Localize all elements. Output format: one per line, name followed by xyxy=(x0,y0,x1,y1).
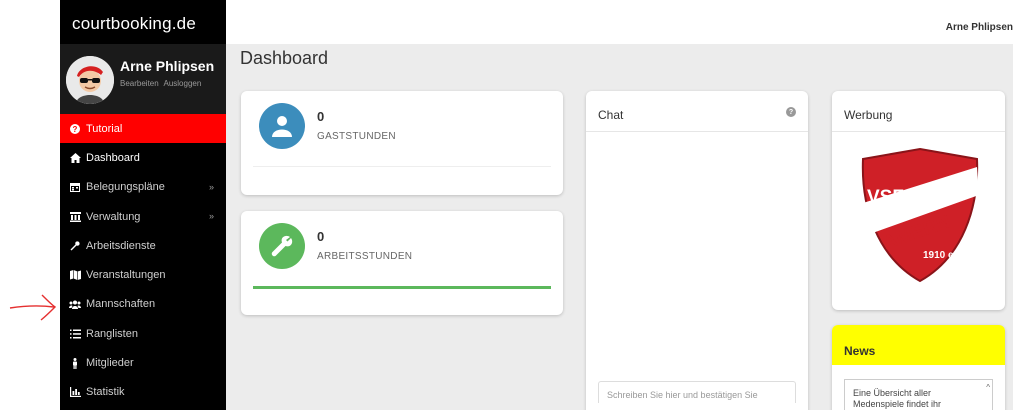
sidebar-item-label: Mannschaften xyxy=(86,298,156,311)
work-hours-card: 0 ARBEITSSTUNDEN xyxy=(241,211,563,315)
ads-panel: Werbung VSF AMERN 1910 e.V. xyxy=(832,91,1005,310)
calendar-icon xyxy=(68,182,82,193)
chevron-down-icon[interactable]: » xyxy=(209,182,214,192)
chat-title: Chat xyxy=(598,108,624,122)
edit-profile-link[interactable]: Bearbeiten xyxy=(120,79,159,88)
person-icon xyxy=(68,357,82,369)
help-icon[interactable]: ? xyxy=(786,107,796,117)
sidebar-item-arbeitsdienste[interactable]: Arbeitsdienste xyxy=(60,231,226,260)
sidebar: courtbooking.de Arne Phlipsen Bearbeiten… xyxy=(60,0,226,410)
sidebar-item-label: Mitglieder xyxy=(86,357,134,370)
sidebar-item-verwaltung[interactable]: Verwaltung » xyxy=(60,202,226,231)
sidebar-item-belegungsplaene[interactable]: Belegungspläne » xyxy=(60,173,226,202)
profile-links: Bearbeiten Ausloggen xyxy=(120,79,204,88)
ads-title: Werbung xyxy=(844,108,893,122)
guest-hours-label: GASTSTUNDEN xyxy=(317,131,396,142)
guest-hours-value: 0 xyxy=(317,109,325,124)
avatar[interactable] xyxy=(66,56,114,104)
home-icon xyxy=(68,152,82,163)
sidebar-item-label: Tutorial xyxy=(86,122,123,135)
work-hours-label: ARBEITSSTUNDEN xyxy=(317,251,413,262)
news-text: Eine Übersicht aller Medenspiele findet … xyxy=(853,388,942,409)
wrench-icon xyxy=(259,223,305,269)
divider xyxy=(586,131,808,132)
news-title: News xyxy=(844,344,876,358)
sidebar-item-label: Ranglisten xyxy=(86,327,138,340)
list-icon xyxy=(68,329,82,339)
wrench-icon xyxy=(68,241,82,251)
question-circle-icon: ? xyxy=(68,123,82,134)
user-icon xyxy=(259,103,305,149)
logo-text-year: 1910 e.V. xyxy=(923,250,965,261)
sidebar-item-ranglisten[interactable]: Ranglisten xyxy=(60,319,226,348)
scroll-up-icon[interactable]: ^ xyxy=(986,382,990,393)
work-hours-value: 0 xyxy=(317,229,325,244)
sidebar-item-mitglieder[interactable]: Mitglieder xyxy=(60,348,226,377)
sidebar-item-veranstaltungen[interactable]: Veranstaltungen xyxy=(60,260,226,289)
chat-input[interactable]: Schreiben Sie hier und bestätigen Sie xyxy=(598,381,796,403)
sidebar-item-label: Belegungspläne xyxy=(86,181,165,194)
sidebar-item-label: Dashboard xyxy=(86,151,140,164)
sidebar-nav: ? Tutorial Dashboard Belegungspläne » Ve… xyxy=(60,114,226,407)
news-panel: News Eine Übersicht aller Medenspiele fi… xyxy=(832,325,1005,410)
sidebar-item-label: Veranstaltungen xyxy=(86,269,166,282)
sidebar-item-mannschaften[interactable]: Mannschaften xyxy=(60,290,226,319)
institution-icon xyxy=(68,211,82,222)
sidebar-item-statistik[interactable]: Statistik xyxy=(60,378,226,407)
guest-hours-card: 0 GASTSTUNDEN xyxy=(241,91,563,195)
bar-chart-icon xyxy=(68,387,82,398)
news-content[interactable]: Eine Übersicht aller Medenspiele findet … xyxy=(844,379,993,410)
brand-logo[interactable]: courtbooking.de xyxy=(72,14,196,34)
sidebar-item-label: Verwaltung xyxy=(86,210,141,223)
logo-text-vsf: VSF xyxy=(867,187,904,208)
divider xyxy=(253,166,551,167)
annotation-arrow-icon xyxy=(9,294,57,321)
club-logo[interactable]: VSF AMERN 1910 e.V. xyxy=(859,147,981,283)
page-title: Dashboard xyxy=(240,48,329,68)
work-hours-progress xyxy=(253,286,551,289)
profile-name: Arne Phlipsen xyxy=(120,58,215,74)
users-icon xyxy=(68,300,82,309)
user-profile: Arne Phlipsen Bearbeiten Ausloggen xyxy=(60,44,226,116)
chevron-down-icon[interactable]: » xyxy=(209,211,214,221)
sidebar-item-label: Arbeitsdienste xyxy=(86,239,156,252)
topbar-user-menu[interactable]: Arne Phlipsen xyxy=(946,22,1013,33)
divider xyxy=(832,131,1005,132)
sidebar-item-tutorial[interactable]: ? Tutorial xyxy=(60,114,226,144)
sidebar-item-label: Statistik xyxy=(86,386,125,399)
sidebar-item-dashboard[interactable]: Dashboard xyxy=(60,143,226,172)
svg-text:?: ? xyxy=(73,125,78,134)
news-header: News xyxy=(832,325,1005,365)
chat-panel: Chat ? Schreiben Sie hier und bestätigen… xyxy=(586,91,808,410)
logout-link[interactable]: Ausloggen xyxy=(163,79,201,88)
map-icon xyxy=(68,270,82,281)
